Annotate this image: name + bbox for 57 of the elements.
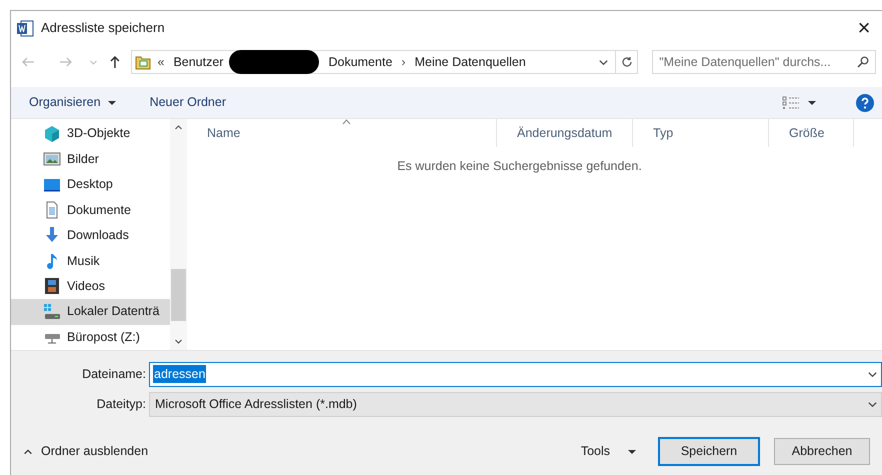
close-button[interactable]: × bbox=[850, 14, 878, 42]
sidebar-item[interactable]: 3D-Objekte bbox=[11, 121, 170, 146]
breadcrumb[interactable]: Dokumente bbox=[328, 52, 392, 72]
address-bar[interactable]: « Benutzer Dokumente › Meine Datenquellen bbox=[131, 50, 638, 74]
film-icon bbox=[43, 277, 61, 296]
breadcrumb[interactable]: Benutzer bbox=[173, 52, 224, 72]
filename-label: Dateiname: bbox=[81, 366, 147, 383]
column-header[interactable]: Größe bbox=[769, 119, 854, 147]
filetype-dropdown[interactable]: Microsoft Office Adresslisten (*.mdb) bbox=[149, 392, 882, 416]
column-header[interactable]: Änderungsdatum bbox=[497, 119, 633, 147]
caret-icon bbox=[108, 98, 116, 106]
up-arrow-icon[interactable] bbox=[108, 55, 122, 69]
back-arrow-icon[interactable] bbox=[21, 55, 35, 69]
breadcrumb-separator[interactable]: › bbox=[401, 52, 406, 72]
organize-button[interactable]: Organisieren bbox=[29, 93, 116, 112]
forward-arrow-icon[interactable] bbox=[58, 55, 73, 69]
sidebar-item[interactable]: Downloads bbox=[11, 222, 170, 248]
chevron-up-icon bbox=[23, 446, 33, 456]
refresh-icon[interactable] bbox=[620, 56, 633, 68]
cancel-button[interactable]: Abbrechen bbox=[774, 438, 870, 465]
sidebar-item[interactable]: Desktop bbox=[11, 172, 170, 198]
breadcrumb[interactable]: Meine Datenquellen bbox=[414, 52, 526, 72]
scrollbar-thumb[interactable] bbox=[171, 268, 186, 320]
filename-value: adressen bbox=[153, 364, 206, 384]
filetype-label: Dateityp: bbox=[96, 396, 147, 413]
empty-message: Es wurden keine Suchergebnisse gefunden. bbox=[397, 158, 642, 175]
view-options-icon[interactable] bbox=[782, 96, 800, 110]
history-chevron-icon[interactable] bbox=[88, 58, 98, 66]
breadcrumb-overflow[interactable]: « bbox=[157, 52, 164, 72]
sidebar-item[interactable]: Lokaler Datenträ bbox=[11, 299, 170, 324]
picture-frame-icon bbox=[43, 150, 61, 168]
column-header[interactable]: Name bbox=[187, 119, 497, 147]
scroll-down-icon bbox=[174, 337, 183, 346]
tools-button[interactable]: Tools bbox=[580, 442, 636, 461]
filename-field[interactable]: adressen bbox=[149, 362, 882, 386]
search-icon bbox=[857, 56, 870, 68]
new-folder-button[interactable]: Neuer Ordner bbox=[150, 93, 226, 112]
scroll-up-icon[interactable] bbox=[174, 123, 183, 132]
sidebar-item[interactable]: Bilder bbox=[11, 146, 170, 172]
caret-icon bbox=[628, 448, 636, 456]
download-arrow-icon bbox=[43, 226, 61, 244]
save-button[interactable]: Speichern bbox=[658, 437, 760, 466]
window-title: Adressliste speichern bbox=[41, 19, 165, 38]
sidebar-item[interactable]: Videos bbox=[11, 274, 170, 300]
folder-icon bbox=[135, 54, 152, 70]
column-header[interactable]: Typ bbox=[633, 119, 769, 147]
caret-icon bbox=[808, 98, 816, 106]
drive-icon bbox=[43, 302, 61, 321]
cube-icon bbox=[43, 124, 61, 143]
help-icon[interactable] bbox=[856, 94, 874, 112]
hide-folders-button[interactable]: Ordner ausblenden bbox=[23, 442, 148, 461]
sidebar-item[interactable]: Büropost (Z:) bbox=[11, 324, 170, 350]
search-field[interactable]: "Meine Datenquellen" durchs... bbox=[652, 50, 876, 74]
sidebar-item[interactable]: Dokumente bbox=[11, 197, 170, 223]
sidebar-item[interactable]: Musik bbox=[11, 248, 170, 274]
word-document-icon bbox=[17, 20, 34, 36]
scrollbar[interactable] bbox=[170, 119, 187, 350]
